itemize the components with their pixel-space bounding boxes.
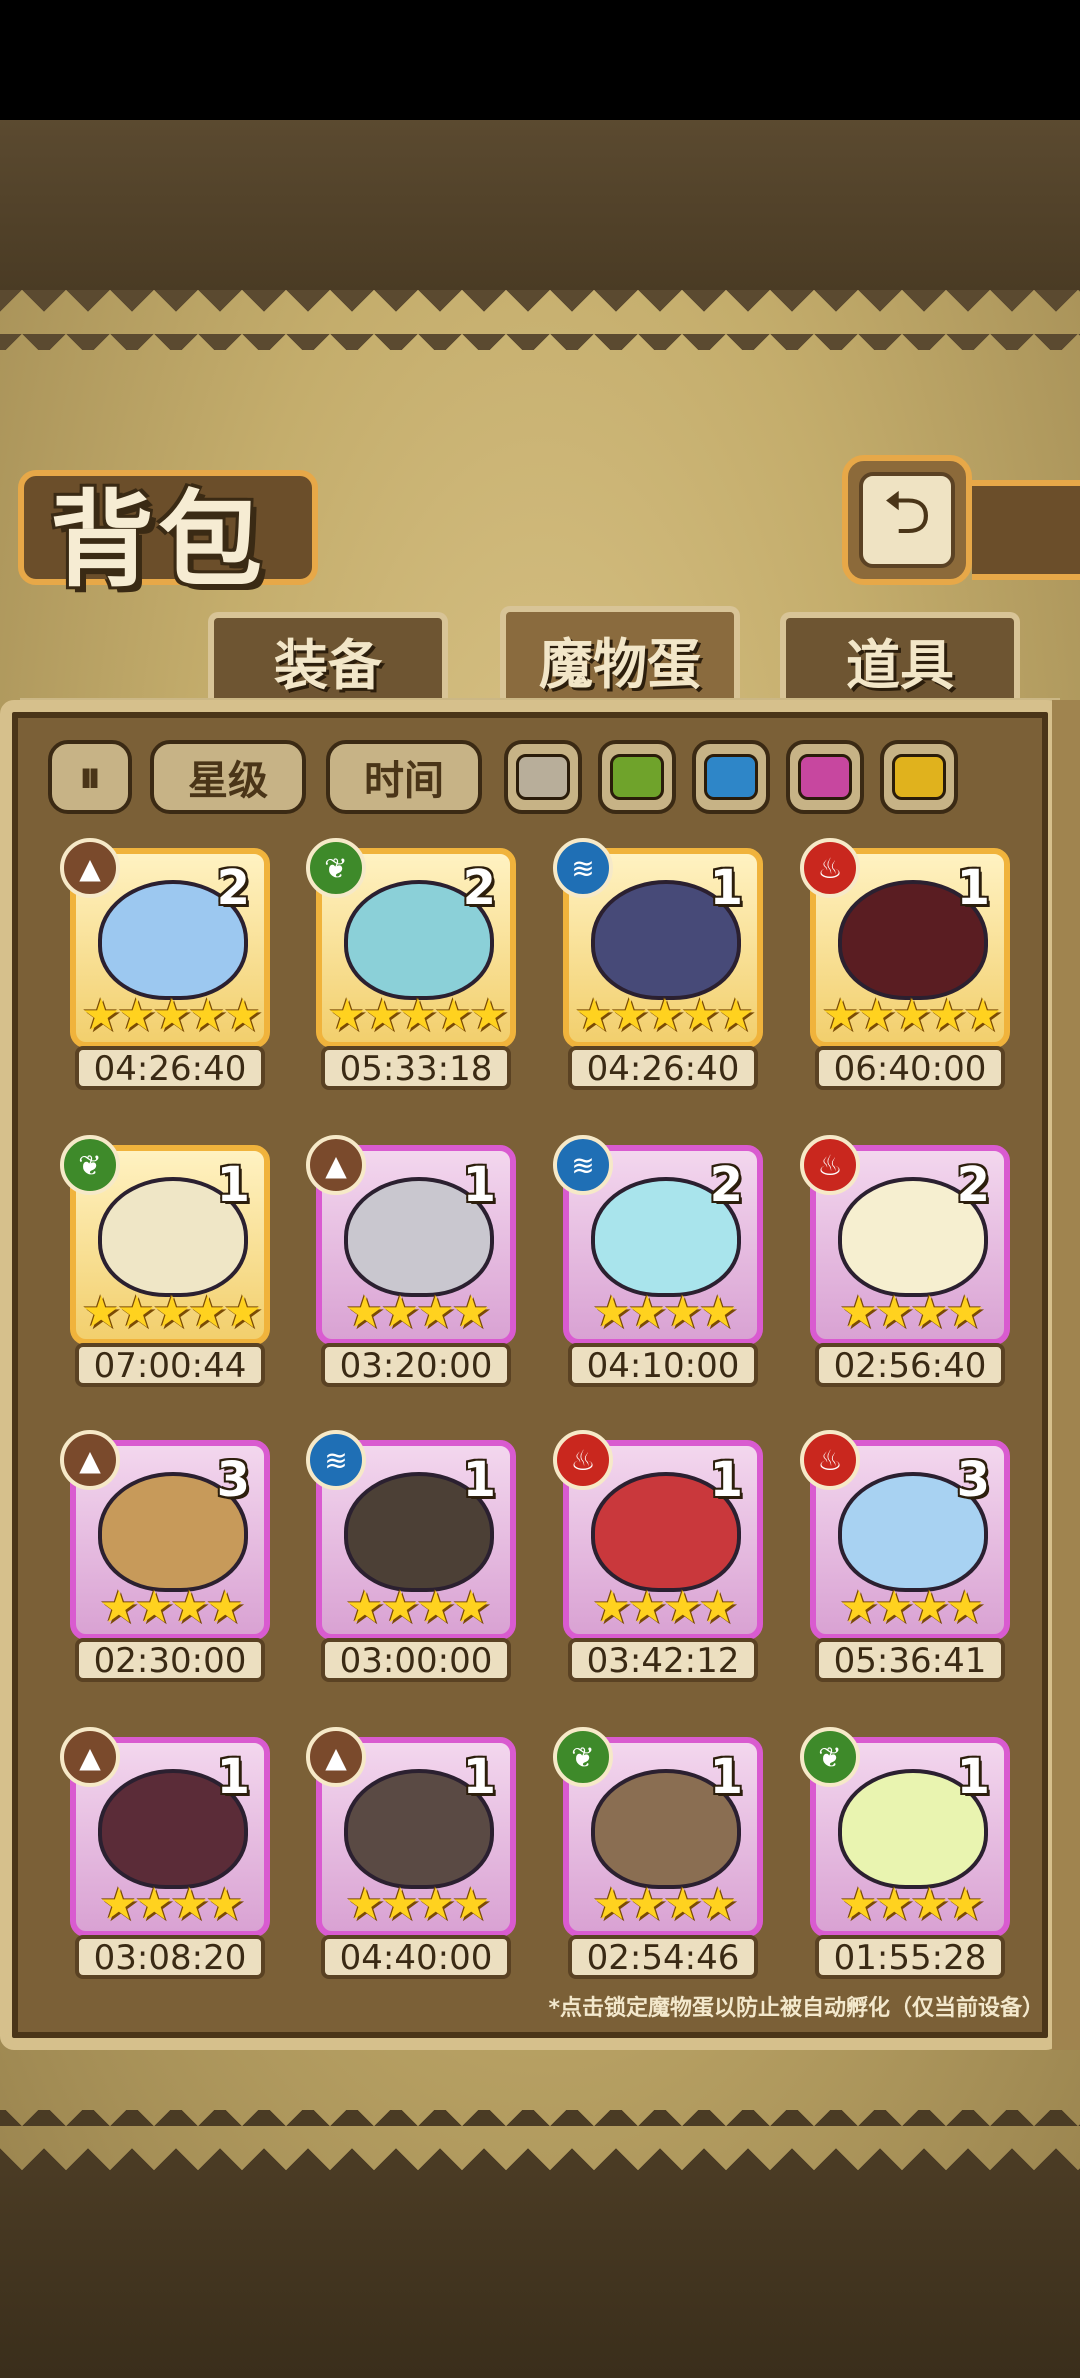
- water-element-icon: ≋: [306, 1430, 366, 1490]
- plant-element-icon: ❦: [306, 838, 366, 898]
- color-swatch: [892, 754, 946, 800]
- earth-element-icon: ▲: [60, 1430, 120, 1490]
- hatch-timer: 05:36:41: [815, 1638, 1005, 1682]
- egg-count: 2: [709, 1157, 743, 1213]
- tab-monster-eggs[interactable]: 魔物蛋: [500, 606, 740, 706]
- background-top: [0, 120, 1080, 290]
- egg-stars: ★★★★: [839, 1287, 985, 1338]
- egg-count: 3: [216, 1452, 250, 1508]
- sort-star-label: 星级: [188, 758, 268, 804]
- earth-element-icon: ▲: [306, 1727, 366, 1787]
- egg-stars: ★★★★★: [327, 990, 508, 1041]
- egg-stars: ★★★★: [592, 1287, 738, 1338]
- footnote: *点击锁定魔物蛋以防止被自动孵化（仅当前设备）: [548, 1996, 1044, 2021]
- background-bottom: [0, 2170, 1080, 2378]
- hatch-timer: 04:26:40: [568, 1046, 758, 1090]
- egg-stars: ★★★★★: [81, 1287, 262, 1338]
- egg-stars: ★★★★: [839, 1879, 985, 1930]
- water-element-icon: ≋: [553, 838, 613, 898]
- sort-time-button[interactable]: 时间: [326, 740, 482, 814]
- egg-count: 1: [462, 1749, 496, 1805]
- earth-element-icon: ▲: [60, 838, 120, 898]
- egg-stars: ★★★★: [345, 1879, 491, 1930]
- egg-stars: ★★★★: [592, 1582, 738, 1633]
- egg-stars: ★★★★: [345, 1287, 491, 1338]
- fire-element-icon: ♨: [800, 1430, 860, 1490]
- color-swatch: [704, 754, 758, 800]
- egg-count: 2: [462, 860, 496, 916]
- color-filter-gold[interactable]: [880, 740, 958, 814]
- egg-stars: ★★★★: [592, 1879, 738, 1930]
- hatch-timer: 07:00:44: [75, 1343, 265, 1387]
- egg-count: 2: [216, 860, 250, 916]
- egg-count: 1: [216, 1157, 250, 1213]
- status-bar: [0, 0, 1080, 120]
- back-arrow-icon: ⮌: [859, 472, 955, 568]
- fire-element-icon: ♨: [800, 1135, 860, 1195]
- back-rail: [972, 480, 1080, 580]
- tab-label: 魔物蛋: [539, 632, 701, 696]
- panel-edge: [1052, 700, 1080, 2050]
- egg-stars: ★★★★★: [81, 990, 262, 1041]
- egg-stars: ★★★★★: [574, 990, 755, 1041]
- egg-count: 1: [462, 1452, 496, 1508]
- egg-stars: ★★★★: [345, 1582, 491, 1633]
- fire-element-icon: ♨: [800, 838, 860, 898]
- color-swatch: [798, 754, 852, 800]
- color-swatch: [610, 754, 664, 800]
- hatch-timer: 03:42:12: [568, 1638, 758, 1682]
- hatch-timer: 03:20:00: [321, 1343, 511, 1387]
- sort-time-label: 时间: [364, 758, 444, 804]
- plant-element-icon: ❦: [800, 1727, 860, 1787]
- color-filter-blue[interactable]: [692, 740, 770, 814]
- torn-edge-bottom: [0, 2110, 1080, 2170]
- egg-stars: ★★★★★: [821, 990, 1002, 1041]
- torn-edge-top: [0, 290, 1080, 350]
- hatch-timer: 03:00:00: [321, 1638, 511, 1682]
- egg-stars: ★★★★: [99, 1582, 245, 1633]
- hatch-timer: 06:40:00: [815, 1046, 1005, 1090]
- egg-count: 1: [462, 1157, 496, 1213]
- earth-element-icon: ▲: [60, 1727, 120, 1787]
- egg-count: 1: [956, 860, 990, 916]
- plant-element-icon: ❦: [60, 1135, 120, 1195]
- egg-stars: ★★★★: [839, 1582, 985, 1633]
- color-filter-green[interactable]: [598, 740, 676, 814]
- hatch-timer: 01:55:28: [815, 1935, 1005, 1979]
- back-button[interactable]: ⮌: [842, 455, 972, 585]
- color-swatch: [516, 754, 570, 800]
- page-title: 背包: [50, 479, 267, 601]
- egg-count: 1: [956, 1749, 990, 1805]
- sort-order-button[interactable]: ⏸: [48, 740, 132, 814]
- water-element-icon: ≋: [553, 1135, 613, 1195]
- hatch-timer: 04:10:00: [568, 1343, 758, 1387]
- hatch-timer: 02:30:00: [75, 1638, 265, 1682]
- color-filter-pink[interactable]: [786, 740, 864, 814]
- hatch-timer: 05:33:18: [321, 1046, 511, 1090]
- tab-items[interactable]: 道具: [780, 612, 1020, 702]
- hatch-timer: 04:26:40: [75, 1046, 265, 1090]
- plant-element-icon: ❦: [553, 1727, 613, 1787]
- sort-star-button[interactable]: 星级: [150, 740, 306, 814]
- hatch-timer: 02:54:46: [568, 1935, 758, 1979]
- hatch-timer: 02:56:40: [815, 1343, 1005, 1387]
- egg-count: 1: [709, 860, 743, 916]
- egg-count: 1: [709, 1452, 743, 1508]
- egg-stars: ★★★★: [99, 1879, 245, 1930]
- earth-element-icon: ▲: [306, 1135, 366, 1195]
- sort-toggle-icon: ⏸: [79, 751, 101, 803]
- hatch-timer: 03:08:20: [75, 1935, 265, 1979]
- egg-count: 3: [956, 1452, 990, 1508]
- hatch-timer: 04:40:00: [321, 1935, 511, 1979]
- tab-label: 道具: [846, 633, 954, 697]
- tab-equipment[interactable]: 装备: [208, 612, 448, 702]
- egg-count: 2: [956, 1157, 990, 1213]
- color-filter-gray[interactable]: [504, 740, 582, 814]
- egg-count: 1: [216, 1749, 250, 1805]
- fire-element-icon: ♨: [553, 1430, 613, 1490]
- egg-count: 1: [709, 1749, 743, 1805]
- tab-label: 装备: [274, 633, 382, 697]
